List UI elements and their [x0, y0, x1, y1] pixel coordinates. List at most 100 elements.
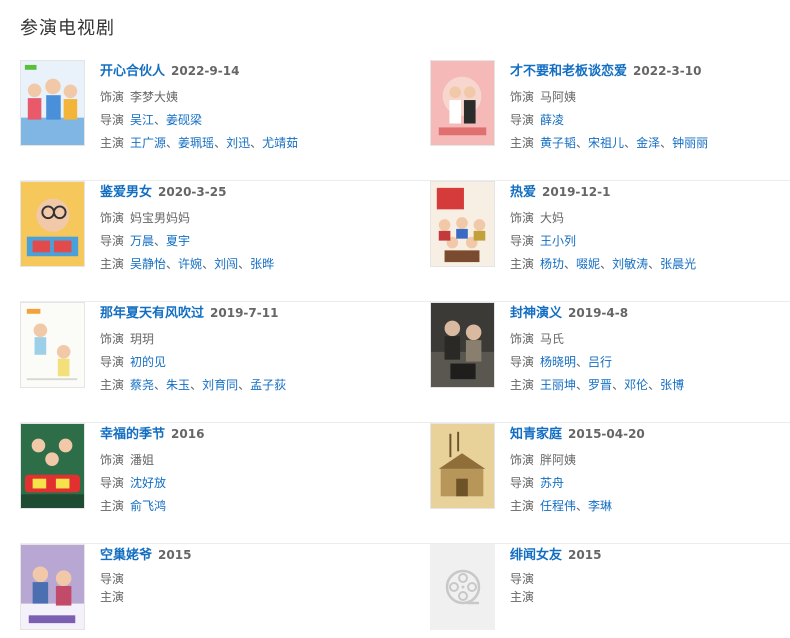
cast-line-name[interactable]: 姜珮瑶	[178, 136, 214, 150]
separator: 、	[190, 378, 203, 392]
cast-line-label: 主演	[510, 378, 535, 392]
poster-image[interactable]	[20, 181, 85, 267]
role-value: 胖阿姨	[540, 453, 577, 467]
drama-card: 热爱 2019-12-1 饰演 大妈 导演 王小列 主演 杨玏、啜妮、刘敏涛、张晨光	[430, 181, 770, 291]
poster-image[interactable]	[20, 544, 85, 630]
director-line: 导演 沈好放	[100, 472, 380, 495]
director-line: 导演 杨晓明、吕行	[510, 351, 790, 374]
role-value: 玥玥	[130, 332, 155, 346]
director-line-name[interactable]: 沈好放	[130, 476, 166, 490]
director-line-name[interactable]: 苏舟	[540, 476, 564, 490]
title-line: 才不要和老板谈恋爱 2022-3-10	[510, 60, 790, 80]
separator: 、	[250, 136, 263, 150]
poster-image[interactable]	[20, 302, 85, 388]
director-line-name[interactable]: 杨晓明	[540, 355, 576, 369]
drama-title-link[interactable]: 幸福的季节	[100, 423, 165, 442]
cast-line-label: 主演	[510, 136, 535, 150]
drama-year: 2015	[158, 548, 192, 562]
drama-title-link[interactable]: 开心合伙人	[100, 60, 165, 79]
role-line: 饰演 李梦大姨	[100, 86, 380, 109]
role-line: 饰演 马氏	[510, 328, 790, 351]
cast-line-name[interactable]: 罗晋	[588, 378, 612, 392]
cast-line-name[interactable]: 王丽坤	[540, 378, 576, 392]
drama-title-link[interactable]: 热爱	[510, 181, 536, 200]
director-line-name[interactable]: 吕行	[588, 355, 612, 369]
cast-line-name[interactable]: 王广源	[130, 136, 166, 150]
cast-line-name[interactable]: 刘迅	[226, 136, 250, 150]
drama-row: 开心合伙人 2022-9-14 饰演 李梦大姨 导演 吴江、姜砚梁 主演 王广源、姜珮瑶、刘迅…	[20, 60, 790, 181]
cast-line: 主演 俞飞鸿	[100, 495, 380, 518]
drama-info: 热爱 2019-12-1 饰演 大妈 导演 王小列 主演 杨玏、啜妮、刘敏涛、张晨光	[510, 181, 790, 276]
cast-line-name[interactable]: 刘育同	[202, 378, 238, 392]
drama-title-link[interactable]: 那年夏天有风吹过	[100, 302, 204, 321]
drama-title-link[interactable]: 才不要和老板谈恋爱	[510, 60, 627, 79]
director-line-name[interactable]: 吴江	[130, 113, 154, 127]
poster-image[interactable]	[430, 60, 495, 146]
drama-info: 鉴爱男女 2020-3-25 饰演 妈宝男妈妈 导演 万晨、夏宇 主演 吴静怡、许婉、刘闯、张…	[100, 181, 380, 276]
cast-line-name[interactable]: 刘敏涛	[612, 257, 648, 271]
role-value: 妈宝男妈妈	[130, 211, 191, 225]
drama-meta: 导演 主演	[100, 570, 380, 606]
cast-line-name[interactable]: 张晔	[250, 257, 274, 271]
drama-meta: 饰演 大妈 导演 王小列 主演 杨玏、啜妮、刘敏涛、张晨光	[510, 207, 790, 276]
role-line: 饰演 马阿姨	[510, 86, 790, 109]
drama-title-link[interactable]: 鉴爱男女	[100, 181, 152, 200]
cast-line-label: 主演	[100, 257, 125, 271]
drama-title-link[interactable]: 封神演义	[510, 302, 562, 321]
director-line-name[interactable]: 夏宇	[166, 234, 190, 248]
drama-title-link[interactable]: 空巢姥爷	[100, 544, 152, 563]
cast-line-name[interactable]: 宋祖儿	[588, 136, 624, 150]
title-line: 空巢姥爷 2015	[100, 544, 380, 564]
title-line: 封神演义 2019-4-8	[510, 302, 790, 322]
separator: 、	[624, 136, 637, 150]
director-line-name[interactable]: 薛凌	[540, 113, 564, 127]
drama-card: 才不要和老板谈恋爱 2022-3-10 饰演 马阿姨 导演 薛凌 主演 黄子韬、宋祖儿、金泽、…	[430, 60, 770, 170]
separator: 、	[154, 234, 167, 248]
cast-line-name[interactable]: 俞飞鸿	[130, 499, 166, 513]
cast-line-name[interactable]: 黄子韬	[540, 136, 576, 150]
cast-line-name[interactable]: 李琳	[588, 499, 612, 513]
cast-line-name[interactable]: 金泽	[636, 136, 660, 150]
cast-line-name[interactable]: 蔡尧	[130, 378, 154, 392]
separator: 、	[214, 136, 227, 150]
cast-line-label: 主演	[510, 499, 535, 513]
title-line: 绯闻女友 2015	[510, 544, 790, 564]
cast-line-name[interactable]: 任程伟	[540, 499, 576, 513]
drama-title-link[interactable]: 知青家庭	[510, 423, 562, 442]
role-line-label: 饰演	[510, 453, 535, 467]
cast-line-name[interactable]: 孟子荻	[250, 378, 286, 392]
cast-line-name[interactable]: 刘闯	[214, 257, 238, 271]
cast-line: 主演 黄子韬、宋祖儿、金泽、钟丽丽	[510, 132, 790, 155]
cast-line-name[interactable]: 许婉	[178, 257, 202, 271]
director-line-name[interactable]: 王小列	[540, 234, 576, 248]
poster-image[interactable]	[430, 423, 495, 509]
drama-card: 鉴爱男女 2020-3-25 饰演 妈宝男妈妈 导演 万晨、夏宇 主演 吴静怡、许婉、刘闯、张…	[20, 181, 360, 291]
drama-meta: 饰演 妈宝男妈妈 导演 万晨、夏宇 主演 吴静怡、许婉、刘闯、张晔	[100, 207, 380, 276]
separator: 、	[166, 136, 179, 150]
poster-image[interactable]	[20, 423, 85, 509]
title-line: 鉴爱男女 2020-3-25	[100, 181, 380, 201]
cast-line-name[interactable]: 张晨光	[660, 257, 696, 271]
poster-image[interactable]	[430, 302, 495, 388]
cast-line-name[interactable]: 钟丽丽	[672, 136, 708, 150]
poster-image[interactable]	[430, 181, 495, 267]
cast-line-label: 主演	[510, 590, 535, 604]
cast-line-name[interactable]: 张博	[660, 378, 684, 392]
cast-line-name[interactable]: 尤靖茹	[262, 136, 298, 150]
poster-image[interactable]	[20, 60, 85, 146]
poster-placeholder[interactable]	[430, 544, 495, 630]
cast-line-name[interactable]: 杨玏	[540, 257, 564, 271]
cast-line: 主演	[100, 588, 380, 606]
cast-line-name[interactable]: 邓伦	[624, 378, 648, 392]
cast-line-name[interactable]: 朱玉	[166, 378, 190, 392]
drama-title-link[interactable]: 绯闻女友	[510, 544, 562, 563]
section-title: 参演电视剧	[20, 18, 115, 39]
director-line-name[interactable]: 姜砚梁	[166, 113, 202, 127]
role-line-label: 饰演	[100, 211, 125, 225]
director-line: 导演	[510, 570, 790, 588]
director-line-label: 导演	[510, 572, 535, 586]
cast-line-name[interactable]: 啜妮	[576, 257, 600, 271]
director-line-name[interactable]: 万晨	[130, 234, 154, 248]
cast-line-name[interactable]: 吴静怡	[130, 257, 166, 271]
director-line-name[interactable]: 初的见	[130, 355, 166, 369]
